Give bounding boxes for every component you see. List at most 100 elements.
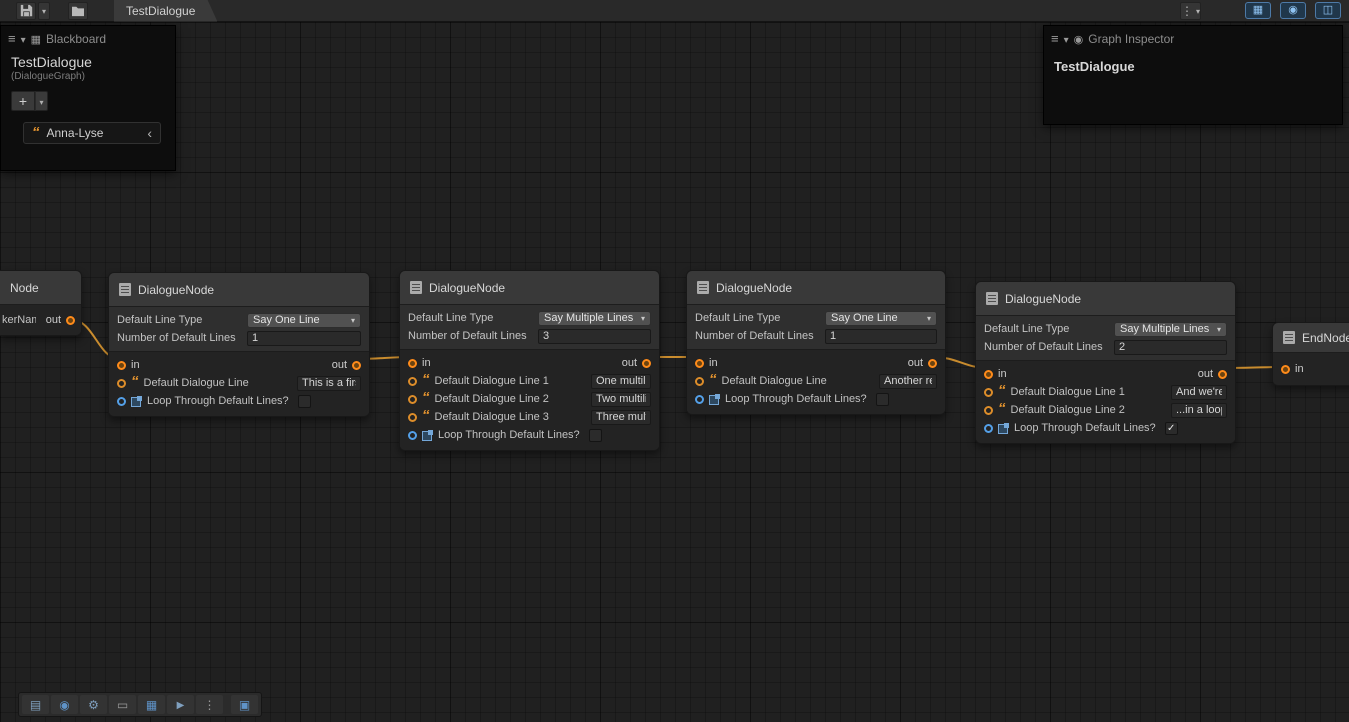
- loop-port[interactable]: [695, 395, 704, 404]
- add-property-button[interactable]: +: [11, 91, 35, 111]
- dialogue-node[interactable]: DialogueNode Default Line Type Say Multi…: [399, 270, 660, 451]
- input-port[interactable]: [984, 370, 993, 379]
- info-icon: [59, 699, 69, 711]
- blackboard-icon: [146, 699, 157, 711]
- kebab-icon: [1181, 4, 1193, 18]
- num-lines-input[interactable]: 1: [825, 329, 937, 344]
- minimap-button[interactable]: [231, 695, 258, 714]
- line-port[interactable]: [408, 395, 417, 404]
- graph-tab-label: TestDialogue: [126, 4, 195, 18]
- console-button[interactable]: [22, 695, 49, 714]
- more-button[interactable]: [196, 695, 223, 714]
- menu-icon[interactable]: [8, 31, 16, 46]
- node-title-bar[interactable]: EndNode: [1273, 323, 1349, 353]
- num-lines-value: 2: [1119, 341, 1125, 353]
- save-button[interactable]: [16, 2, 36, 20]
- field-label: Default Line Type: [984, 323, 1108, 335]
- output-port[interactable]: [642, 359, 651, 368]
- add-property-dropdown[interactable]: [35, 91, 48, 111]
- save-icon: [20, 4, 33, 17]
- output-port[interactable]: [1218, 370, 1227, 379]
- preview-button[interactable]: [167, 695, 194, 714]
- collapse-arrow-icon[interactable]: [21, 32, 26, 46]
- line-port[interactable]: [984, 406, 993, 415]
- dialogue-line-input[interactable]: This is a first: [297, 376, 361, 391]
- dialogue-node[interactable]: DialogueNode Default Line Type Say One L…: [686, 270, 946, 415]
- blackboard-graph-type: (DialogueGraph): [1, 70, 175, 82]
- tools-button[interactable]: [80, 695, 107, 714]
- output-port[interactable]: [928, 359, 937, 368]
- loop-checkbox[interactable]: [298, 395, 311, 408]
- line-port[interactable]: [408, 377, 417, 386]
- open-button[interactable]: [68, 2, 88, 20]
- line-port[interactable]: [984, 388, 993, 397]
- dialogue-node[interactable]: DialogueNode Default Line Type Say Multi…: [975, 281, 1236, 444]
- num-lines-input[interactable]: 3: [538, 329, 651, 344]
- loop-port[interactable]: [408, 431, 417, 440]
- window-button[interactable]: [109, 695, 136, 714]
- more-options-button[interactable]: [1180, 2, 1201, 20]
- save-dropdown-button[interactable]: [38, 2, 50, 20]
- dialogue-line-input[interactable]: One multiline: [591, 374, 651, 389]
- blackboard-property[interactable]: Anna-Lyse: [23, 122, 161, 144]
- line-type-dropdown[interactable]: Say Multiple Lines: [1114, 322, 1227, 337]
- dialogue-line-input[interactable]: Three multilin: [591, 410, 651, 425]
- port-label: kerName: [2, 314, 36, 326]
- blackboard-toggle-button[interactable]: [1245, 2, 1271, 19]
- node-title-bar[interactable]: DialogueNode: [976, 282, 1235, 316]
- pill-expander-icon[interactable]: [147, 126, 152, 140]
- line-type-dropdown[interactable]: Say One Line: [825, 311, 937, 326]
- loop-port[interactable]: [984, 424, 993, 433]
- loop-checkbox[interactable]: ✓: [1165, 422, 1178, 435]
- graph-inspector-header[interactable]: Graph Inspector: [1044, 26, 1342, 51]
- graph-tab[interactable]: TestDialogue: [114, 0, 217, 22]
- start-node[interactable]: Node kerName out: [0, 270, 82, 336]
- collapse-arrow-icon[interactable]: [1064, 32, 1069, 46]
- line-type-dropdown[interactable]: Say Multiple Lines: [538, 311, 651, 326]
- line-port[interactable]: [695, 377, 704, 386]
- output-port[interactable]: [352, 361, 361, 370]
- line-type-dropdown[interactable]: Say One Line: [247, 313, 361, 328]
- dialogue-node[interactable]: DialogueNode Default Line Type Say One L…: [108, 272, 370, 417]
- node-title-bar[interactable]: DialogueNode: [687, 271, 945, 305]
- inspector-toggle-button[interactable]: [1280, 2, 1306, 19]
- line-port[interactable]: [408, 413, 417, 422]
- node-title: DialogueNode: [138, 283, 214, 297]
- node-title-bar[interactable]: DialogueNode: [400, 271, 659, 305]
- node-title-bar[interactable]: Node: [0, 271, 81, 305]
- boolean-icon: [422, 430, 433, 441]
- input-port[interactable]: [1281, 365, 1290, 374]
- dropdown-value: Say One Line: [831, 312, 898, 324]
- num-lines-input[interactable]: 1: [247, 331, 361, 346]
- menu-icon[interactable]: [1051, 31, 1059, 46]
- loop-port[interactable]: [117, 397, 126, 406]
- blackboard-header[interactable]: Blackboard: [1, 26, 175, 51]
- graph-inspector-panel[interactable]: Graph Inspector TestDialogue: [1043, 25, 1343, 125]
- inspector-mini-icon: [1074, 32, 1084, 46]
- line-port[interactable]: [117, 379, 126, 388]
- input-port[interactable]: [117, 361, 126, 370]
- dialogue-line-value: And we're...: [1176, 386, 1222, 398]
- blackboard-button[interactable]: [138, 695, 165, 714]
- dialogue-line-input[interactable]: ...in a loop: [1171, 403, 1227, 418]
- output-port[interactable]: [66, 316, 75, 325]
- num-lines-value: 1: [830, 330, 836, 342]
- loop-checkbox[interactable]: [589, 429, 602, 442]
- input-port[interactable]: [408, 359, 417, 368]
- dialogue-line-input[interactable]: And we're...: [1171, 385, 1227, 400]
- console-toggle-button[interactable]: [1315, 2, 1341, 19]
- input-port[interactable]: [695, 359, 704, 368]
- more-options-icon: [204, 699, 216, 711]
- dialogue-line-input[interactable]: Another regu: [879, 374, 937, 389]
- num-lines-value: 1: [252, 332, 258, 344]
- loop-label: Loop Through Default Lines?: [1014, 422, 1156, 434]
- inspector-button[interactable]: [51, 695, 78, 714]
- blackboard-panel[interactable]: Blackboard TestDialogue (DialogueGraph) …: [0, 25, 176, 171]
- script-icon: [410, 281, 422, 294]
- end-node[interactable]: EndNode in: [1272, 322, 1349, 386]
- num-lines-input[interactable]: 2: [1114, 340, 1227, 355]
- node-title-bar[interactable]: DialogueNode: [109, 273, 369, 307]
- quote-icon: [422, 411, 430, 423]
- dialogue-line-input[interactable]: Two multiline: [591, 392, 651, 407]
- loop-checkbox[interactable]: [876, 393, 889, 406]
